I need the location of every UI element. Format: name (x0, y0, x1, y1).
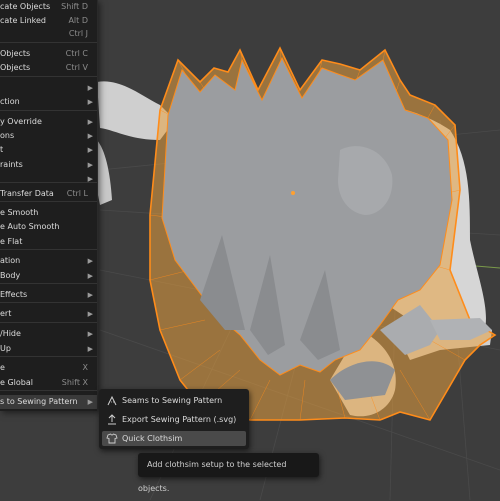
menu-item-label: Body (0, 271, 21, 280)
submenu-arrow-icon: ▶ (87, 84, 93, 92)
export-sewing-pattern-item[interactable]: Export Sewing Pattern (.svg) (102, 412, 246, 427)
object-menu-item[interactable]: e Smooth (0, 206, 97, 220)
submenu-arrow-icon: ▶ (87, 132, 93, 140)
object-origin (291, 191, 295, 195)
object-menu-item[interactable]: t ▶ (0, 143, 97, 157)
object-menu-item[interactable]: e Auto Smooth (0, 220, 97, 234)
menu-item-label: e Flat (0, 237, 23, 246)
object-menu-item[interactable]: s to Sewing Pattern ▶ (0, 395, 97, 409)
submenu-arrow-icon: ▶ (87, 272, 93, 280)
seams-icon (107, 395, 117, 406)
submenu-arrow-icon: ▶ (87, 175, 93, 183)
menu-item-label: raints (0, 160, 23, 169)
object-menu: cate Objects Shift D cate Linked Alt D Ctrl … (0, 0, 98, 411)
menu-item-label: cate Objects (0, 2, 51, 11)
menu-item-label: e Global (0, 378, 33, 387)
menu-item-label: ons (0, 131, 15, 140)
menu-item-label: cate Linked (0, 16, 46, 25)
menu-separator (0, 322, 97, 323)
menu-item-shortcut: Alt D (68, 16, 88, 25)
submenu-arrow-icon: ▶ (87, 291, 93, 299)
menu-item-label: e Auto Smooth (0, 222, 60, 231)
menu-separator (0, 42, 97, 43)
menu-separator (0, 283, 97, 284)
menu-item-shortcut: Shift X (61, 378, 88, 387)
menu-item-label: /Hide (0, 329, 21, 338)
menu-item-shortcut: X (82, 363, 88, 372)
object-menu-item[interactable]: ons ▶ (0, 129, 97, 143)
menu-separator (0, 76, 97, 77)
submenu-arrow-icon: ▶ (87, 161, 93, 169)
object-menu-item[interactable]: ction ▶ (0, 95, 97, 109)
menu-separator (0, 390, 97, 391)
object-menu-item[interactable]: ert ▶ (0, 307, 97, 321)
menu-item-label: Effects (0, 290, 28, 299)
object-menu-item[interactable]: e Global Shift X (0, 376, 97, 390)
object-menu-item[interactable]: eX (0, 361, 97, 375)
object-menu-item[interactable]: y Override ▶ (0, 115, 97, 129)
menu-item-label: ation (0, 256, 21, 265)
export-icon (108, 414, 116, 425)
object-menu-item[interactable]: Effects ▶ (0, 288, 97, 302)
menu-item-shortcut: Ctrl J (68, 29, 88, 38)
submenu-arrow-icon: ▶ (87, 310, 93, 318)
object-menu-item[interactable]: Objects Ctrl C (0, 47, 97, 61)
quick-clothsim-item[interactable]: Quick Clothsim (102, 431, 246, 446)
submenu-arrow-icon: ▶ (87, 118, 93, 126)
submenu-arrow-icon: ▶ (87, 98, 93, 106)
submenu-arrow-icon: ▶ (87, 330, 93, 338)
submenu-arrow-icon: ▶ (87, 398, 93, 406)
object-menu-item[interactable]: Up ▶ (0, 342, 97, 356)
menu-item-label: ction (0, 97, 20, 106)
submenu-arrow-icon: ▶ (87, 257, 93, 265)
menu-item-label: e (0, 363, 5, 372)
object-menu-item[interactable]: Objects Ctrl V (0, 61, 97, 75)
object-menu-item[interactable]: ▶ (0, 81, 97, 95)
object-menu-item[interactable]: ▶ (0, 172, 97, 186)
menu-separator (0, 302, 97, 303)
menu-item-label: s to Sewing Pattern (0, 397, 78, 406)
menu-item-shortcut: Ctrl L (66, 189, 88, 198)
menu-item-label: Objects (0, 49, 31, 58)
object-menu-item[interactable]: raints ▶ (0, 158, 97, 172)
menu-item-shortcut: Ctrl V (65, 63, 88, 72)
sewing-pattern-submenu: Seams to Sewing Pattern Export Sewing Pa… (99, 389, 249, 449)
shirt-icon (106, 433, 118, 444)
object-menu-item[interactable]: cate Linked Alt D (0, 14, 97, 28)
quick-clothsim-label: Quick Clothsim (122, 434, 183, 443)
seams-to-sewing-pattern-item[interactable]: Seams to Sewing Pattern (102, 393, 246, 408)
menu-item-label: ert (0, 309, 12, 318)
object-menu-item[interactable]: e Flat (0, 235, 97, 249)
object-menu-item[interactable]: Body ▶ (0, 269, 97, 283)
seams-to-sewing-pattern-label: Seams to Sewing Pattern (122, 396, 223, 405)
object-menu-item[interactable]: Ctrl J (0, 27, 97, 41)
menu-separator (0, 356, 97, 357)
object-menu-item[interactable]: Transfer Data Ctrl L (0, 187, 97, 201)
menu-item-label: t (0, 145, 4, 154)
menu-item-label: Transfer Data (0, 189, 54, 198)
menu-item-label: y Override (0, 117, 42, 126)
object-menu-item[interactable]: ation ▶ (0, 254, 97, 268)
menu-item-label: Up (0, 344, 11, 353)
object-menu-item[interactable]: cate Objects Shift D (0, 0, 97, 14)
submenu-arrow-icon: ▶ (87, 345, 93, 353)
object-menu-item[interactable]: /Hide ▶ (0, 327, 97, 341)
menu-item-label: e Smooth (0, 208, 39, 217)
menu-item-shortcut: Shift D (61, 2, 88, 11)
menu-item-shortcut: Ctrl C (65, 49, 88, 58)
tooltip: Add clothsim setup to the selected objec… (138, 453, 319, 493)
submenu-arrow-icon: ▶ (87, 146, 93, 154)
menu-separator (0, 249, 97, 250)
menu-separator (0, 110, 97, 111)
menu-item-label: Objects (0, 63, 31, 72)
export-sewing-pattern-label: Export Sewing Pattern (.svg) (122, 415, 237, 424)
menu-separator (0, 201, 97, 202)
